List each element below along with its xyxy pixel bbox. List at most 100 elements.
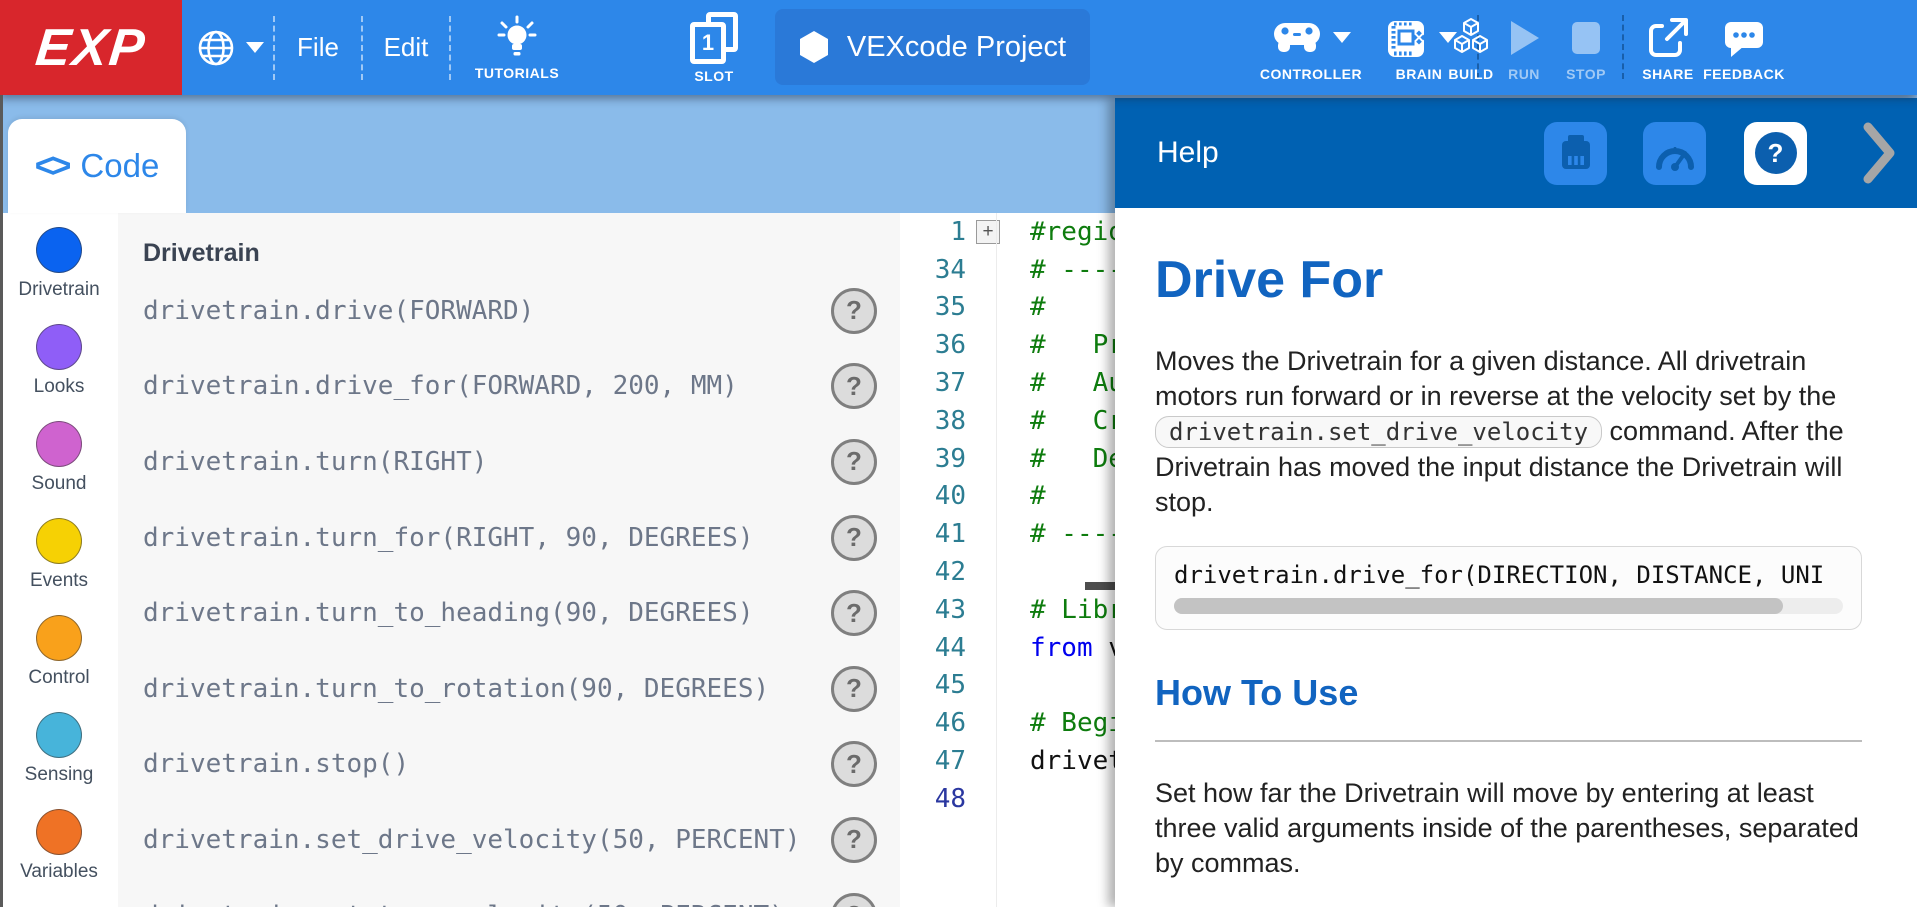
command-help-button[interactable]: ? — [831, 363, 877, 409]
command-row[interactable]: drivetrain.set_drive_velocity(50, PERCEN… — [118, 802, 900, 878]
code-snippet-box: drivetrain.drive_for(DIRECTION, DISTANCE… — [1155, 546, 1862, 630]
palette-heading: Drivetrain — [118, 213, 900, 273]
command-row[interactable]: drivetrain.drive(FORWARD) ? — [118, 273, 900, 349]
snippet-scrollbar-thumb[interactable] — [1174, 598, 1783, 614]
slot-button[interactable]: 1 SLOT — [668, 0, 760, 95]
sidebar-category[interactable]: Sensing — [0, 712, 118, 809]
line-number: 43 — [900, 595, 966, 625]
share-button[interactable]: SHARE — [1634, 0, 1702, 95]
line-number: 44 — [900, 633, 966, 663]
editor-lines: 1 + #regio 34 + # ---- 35 — [900, 213, 1115, 818]
feedback-button[interactable]: FEEDBACK — [1704, 0, 1784, 95]
tutorials-label: TUTORIALS — [475, 65, 559, 81]
command-row[interactable]: drivetrain.drive_for(FORWARD, 200, MM) ? — [118, 349, 900, 425]
controller-button[interactable]: CONTROLLER — [1246, 0, 1376, 95]
controller-icon — [1271, 18, 1323, 58]
help-content: Drive For Moves the Drivetrain for a giv… — [1115, 250, 1917, 881]
code-line: 36 + # Pr — [900, 326, 1115, 364]
globe-icon — [195, 27, 237, 69]
code-editor[interactable]: 1 + #regio 34 + # ---- 35 — [900, 213, 1115, 907]
help-panel: Help — [1115, 98, 1917, 907]
command-help-button[interactable]: ? — [831, 817, 877, 863]
command-help-button[interactable]: ? — [831, 666, 877, 712]
command-text: drivetrain.turn_to_rotation(90, DEGREES) — [143, 674, 769, 704]
command-row[interactable]: drivetrain.turn_for(RIGHT, 90, DEGREES) … — [118, 500, 900, 576]
category-color-dot — [36, 421, 82, 467]
category-color-dot — [36, 615, 82, 661]
command-help-button[interactable]: ? — [831, 515, 877, 561]
share-label: SHARE — [1642, 66, 1694, 82]
command-row[interactable]: drivetrain.stop() ? — [118, 727, 900, 803]
run-label: RUN — [1508, 66, 1540, 82]
top-toolbar: EXP File Edit — [0, 0, 1917, 95]
code-text: # De — [1010, 444, 1115, 474]
question-icon: ? — [846, 598, 862, 629]
file-menu[interactable]: File — [275, 32, 361, 63]
sidebar-category[interactable]: Sound — [0, 421, 118, 518]
sidebar-category[interactable]: Looks — [0, 324, 118, 421]
line-number: 1 — [900, 217, 966, 247]
slot-label: SLOT — [694, 68, 733, 84]
sidebar-category[interactable]: Drivetrain — [0, 227, 118, 324]
command-palette: Drivetrain drivetrain.drive(FORWARD) ? d… — [118, 213, 900, 907]
line-number: 38 — [900, 406, 966, 436]
tab-code[interactable]: <> Code — [8, 119, 186, 213]
command-text: drivetrain.set_drive_velocity(50, PERCEN… — [143, 825, 800, 855]
question-icon: ? — [846, 749, 862, 780]
line-number: 46 — [900, 708, 966, 738]
command-help-button[interactable]: ? — [831, 288, 877, 334]
tutorials-button[interactable]: TUTORIALS — [451, 0, 583, 95]
command-row[interactable]: drivetrain.turn_to_heading(90, DEGREES) … — [118, 575, 900, 651]
controller-label: CONTROLLER — [1260, 66, 1362, 82]
line-number: 47 — [900, 746, 966, 776]
category-color-dot — [36, 712, 82, 758]
code-line: 47 + drivet — [900, 742, 1115, 780]
tab-code-label: Code — [80, 147, 159, 185]
editor-scroll-handle[interactable] — [1085, 582, 1115, 590]
feedback-bubble-icon — [1721, 17, 1767, 59]
build-cubes-icon — [1448, 17, 1494, 59]
command-help-button[interactable]: ? — [831, 741, 877, 787]
category-label: Drivetrain — [18, 279, 99, 301]
sidebar-category[interactable]: Variables — [0, 809, 118, 906]
sidebar-category[interactable]: Events — [0, 518, 118, 615]
command-help-button[interactable]: ? — [831, 590, 877, 636]
category-label: Sensing — [25, 764, 94, 786]
category-label: Events — [30, 570, 88, 592]
code-line: 45 + — [900, 667, 1115, 705]
project-name-button[interactable]: VEXcode Project — [775, 9, 1090, 85]
brain-icon — [1381, 14, 1429, 62]
command-row[interactable]: drivetrain.turn(RIGHT) ? — [118, 424, 900, 500]
question-icon: ? — [846, 446, 862, 477]
code-text: # Pr — [1010, 330, 1115, 360]
command-row[interactable]: drivetrain.set_turn_velocity(50, PERCENT… — [118, 878, 900, 907]
collapse-panel-button[interactable] — [1861, 120, 1897, 186]
code-text: # — [1010, 481, 1046, 511]
code-text: # — [1010, 292, 1046, 322]
command-help-button[interactable]: ? — [831, 439, 877, 485]
question-icon: ? — [846, 371, 862, 402]
divider — [1622, 15, 1624, 79]
dashboard-button[interactable] — [1643, 122, 1706, 185]
devices-button[interactable] — [1544, 122, 1607, 185]
code-text: # Begi — [1010, 708, 1115, 738]
category-color-dot — [36, 227, 82, 273]
code-brackets-icon: <> — [35, 147, 69, 186]
sidebar-category[interactable]: Control — [0, 615, 118, 712]
edit-menu[interactable]: Edit — [363, 32, 449, 63]
menu-bar: File Edit — [185, 0, 583, 95]
question-icon: ? — [846, 673, 862, 704]
command-row[interactable]: drivetrain.turn_to_rotation(90, DEGREES)… — [118, 651, 900, 727]
stop-button: STOP — [1554, 0, 1618, 95]
snippet-scrollbar — [1174, 598, 1843, 614]
code-line: 48 + — [900, 780, 1115, 818]
window-edge — [0, 95, 3, 907]
line-number: 45 — [900, 670, 966, 700]
help-button-active[interactable]: ? — [1744, 122, 1807, 185]
code-text: # Libr — [1010, 595, 1115, 625]
slot-icon: 1 — [688, 12, 740, 64]
code-text: #regio — [1010, 217, 1115, 247]
language-button[interactable] — [185, 27, 273, 69]
command-help-button[interactable]: ? — [831, 893, 877, 907]
code-text: # ---- — [1010, 519, 1115, 549]
